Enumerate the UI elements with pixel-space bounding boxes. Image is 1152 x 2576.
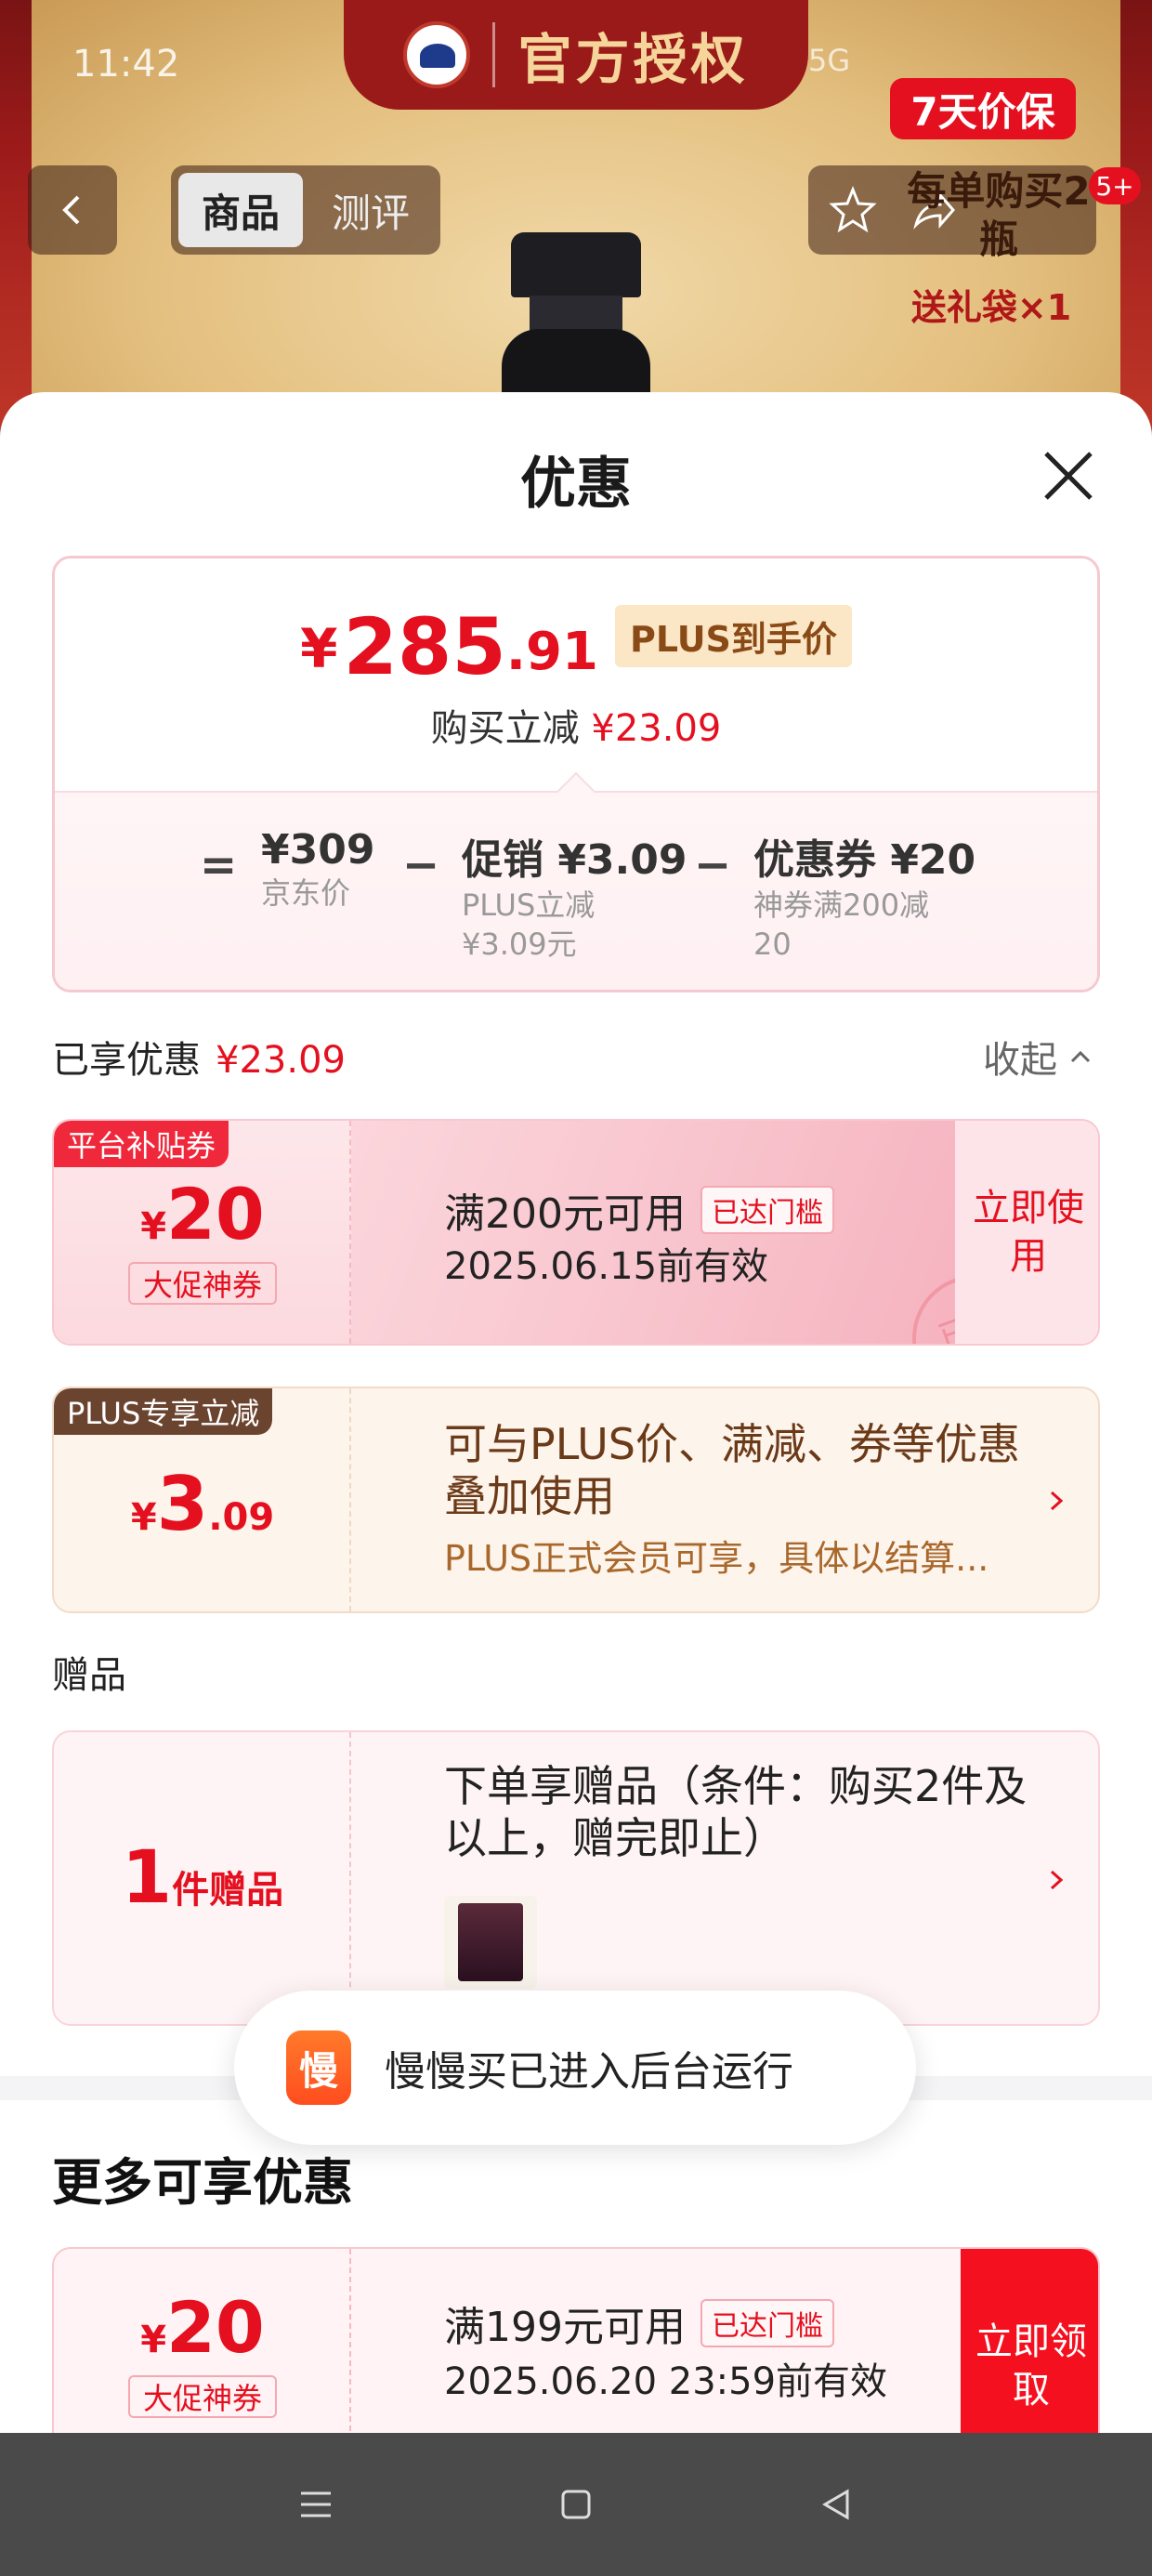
banner-text: 官方授权 — [517, 28, 749, 91]
status-time: 11:42 — [72, 43, 180, 85]
threshold-reached-badge: 已达门槛 — [700, 2299, 834, 2347]
background-running-toast: 慢 慢慢买已进入后台运行 — [234, 1991, 916, 2145]
collapse-button[interactable]: 收起 — [983, 1030, 1094, 1084]
platform-coupon: 平台补贴券 ¥20 大促神券 满200元可用 已达门槛 2025.06.15前有… — [52, 1119, 1100, 1346]
plus-subtext: PLUS正式会员可享，具体以结算... — [444, 1538, 989, 1579]
price-breakdown: = ¥309 京东价 − 促销 ¥3.09 PLUS立减 ¥3.09元 − 优惠… — [55, 791, 1097, 990]
plus-discount-card[interactable]: PLUS专享立减 ¥3.09 可与PLUS价、满减、券等优惠叠加使用 PLUS正… — [52, 1387, 1100, 1613]
sheet-title: 优惠 — [520, 452, 632, 517]
banner-separator — [492, 22, 496, 87]
price-summary-card: ¥ 285 .91 PLUS到手价 购买立减 ¥23.09 = ¥309 京东价… — [52, 556, 1100, 992]
coupon-condition: 满200元可用 已达门槛 — [444, 1180, 834, 1240]
promo-gift: 送礼袋×1 — [910, 287, 1072, 328]
plus-amount: ¥3.09 — [130, 1461, 275, 1547]
cart-badge: 5+ — [1089, 167, 1141, 204]
coupon-corner-tag: 平台补贴券 — [54, 1121, 229, 1167]
discount-sheet: 优惠 ¥ 285 .91 PLUS到手价 购买立减 ¥23.09 = ¥309 — [0, 392, 1152, 2576]
home-icon[interactable] — [548, 2477, 604, 2532]
official-auth-banner: 官方授权 — [344, 0, 808, 110]
gift-thumbnail — [444, 1896, 537, 1989]
enjoyed-discount-row: 已享优惠 ¥23.09 — [52, 1039, 346, 1082]
gift-card[interactable]: 1件赠品 下单享赠品（条件：购买2件及以上，赠完即止） — [52, 1730, 1100, 2026]
minus-sign: − — [694, 839, 732, 891]
plus-price-tag: PLUS到手价 — [614, 605, 852, 667]
back-triangle-icon[interactable] — [808, 2477, 864, 2532]
chevron-right-icon — [1050, 1870, 1064, 1890]
final-price: ¥ 285 .91 — [300, 601, 598, 692]
coupon-type: 大促神券 — [128, 2375, 277, 2418]
close-icon[interactable] — [1035, 442, 1102, 509]
back-button[interactable] — [28, 165, 117, 255]
toast-text: 慢慢买已进入后台运行 — [385, 2048, 793, 2096]
use-now-button[interactable]: 立即使用 — [955, 1121, 1098, 1344]
promo-text: 每单购买2瓶 — [907, 168, 1091, 262]
more-discounts-title: 更多可享优惠 — [52, 2153, 353, 2212]
promo-discount: 促销 ¥3.09 PLUS立减 ¥3.09元 — [462, 836, 687, 962]
threshold-reached-badge: 已达门槛 — [700, 1186, 834, 1234]
chevron-up-icon — [1070, 1050, 1091, 1063]
minus-sign: − — [402, 839, 440, 891]
menu-icon[interactable] — [288, 2477, 344, 2532]
equals-sign: = — [200, 839, 238, 891]
coupon-amount: ¥20 — [140, 1173, 265, 1255]
app-icon: 慢 — [286, 2031, 351, 2105]
coupon-discount: 优惠券 ¥20 神券满200减 20 — [753, 836, 976, 962]
jd-price: ¥309 京东价 — [261, 826, 375, 911]
coupon-validity: 2025.06.20 23:59前有效 — [444, 2360, 888, 2403]
coupon-condition: 满199元可用 已达门槛 — [444, 2293, 834, 2353]
gift-count: 1件赠品 — [121, 1836, 284, 1920]
brand-logo — [403, 21, 471, 88]
chevron-left-icon — [62, 195, 80, 225]
coupon-validity: 2025.06.15前有效 — [444, 1245, 769, 1288]
tab-product[interactable]: 商品 — [178, 173, 303, 247]
header-tabs: 商品 测评 — [171, 165, 440, 255]
plus-corner-tag: PLUS专享立减 — [54, 1388, 273, 1435]
gift-description: 下单享赠品（条件：购买2件及以上，赠完即止） — [444, 1761, 1028, 1863]
status-signal: 5G — [808, 43, 851, 78]
price-protect-tag: 7天价保 — [890, 78, 1076, 139]
gift-section-title: 赠品 — [52, 1654, 126, 1697]
coupon-amount: ¥20 — [140, 2286, 265, 2369]
system-nav-bar — [0, 2433, 1152, 2576]
save-amount-row: 购买立减 ¥23.09 — [430, 707, 722, 750]
plus-description: 可与PLUS价、满减、券等优惠叠加使用 — [444, 1419, 1020, 1521]
tab-review[interactable]: 测评 — [308, 173, 433, 247]
star-icon[interactable] — [827, 184, 879, 236]
coupon-type: 大促神券 — [128, 1262, 277, 1305]
chevron-right-icon — [1050, 1491, 1064, 1511]
